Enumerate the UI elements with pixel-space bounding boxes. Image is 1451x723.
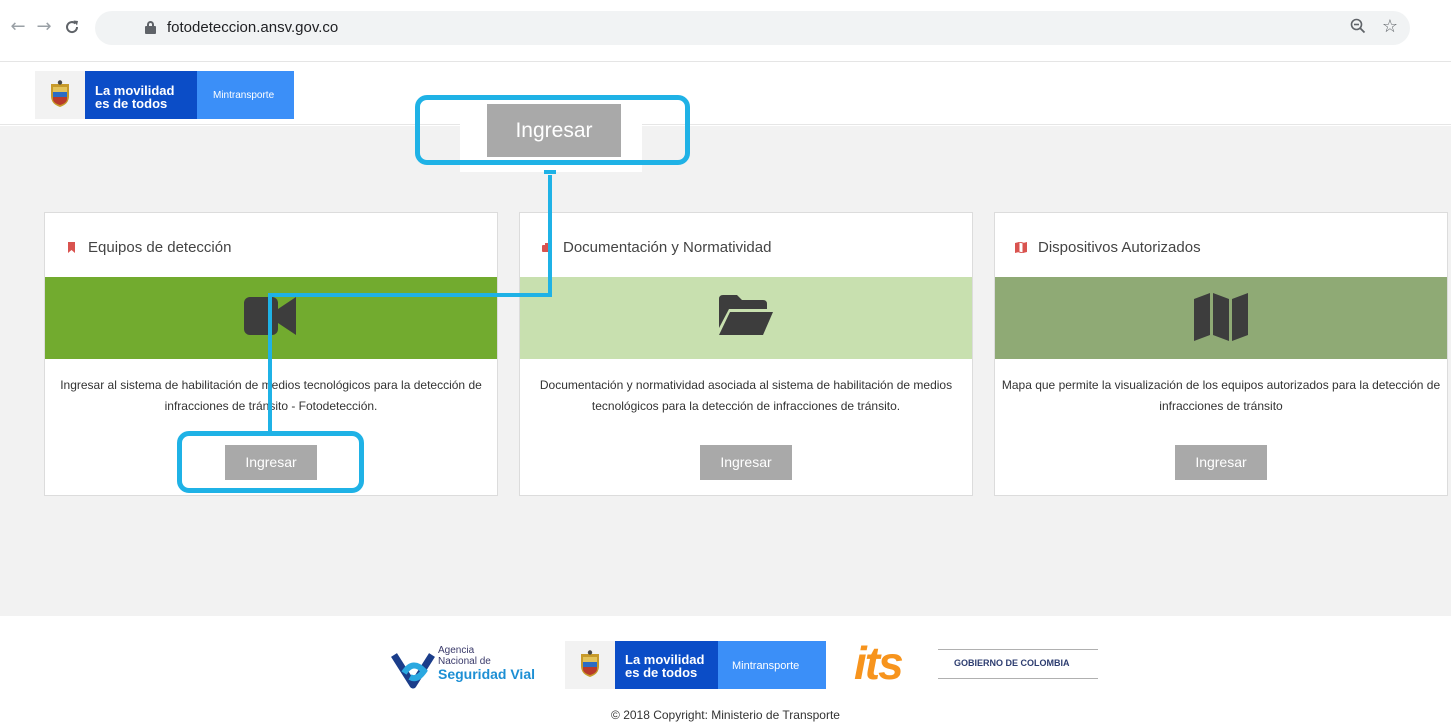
browser-toolbar: ← → fotodeteccion.ansv.gov.co ☆	[0, 0, 1451, 62]
its-logo[interactable]: its	[854, 636, 904, 690]
reload-icon[interactable]	[62, 16, 82, 38]
connector-line	[268, 293, 272, 434]
logo-line-2: es de todos	[95, 96, 168, 111]
card-title: Equipos de detección	[88, 239, 232, 256]
card-title: Dispositivos Autorizados	[1038, 239, 1201, 256]
ansv-line-3: Seguridad Vial	[438, 666, 535, 682]
ansv-mark-icon	[391, 653, 435, 689]
card-header: Dispositivos Autorizados	[995, 213, 1447, 277]
coat-of-arms-icon	[51, 80, 69, 107]
card-description: Mapa que permite la visualización de los…	[1001, 378, 1441, 413]
card-title: Documentación y Normatividad	[563, 239, 772, 256]
footer-logo-ministry: Mintransporte	[718, 641, 826, 689]
gobierno-colombia-logo[interactable]: GOBIERNO DE COLOMBIA	[938, 649, 1098, 679]
ansv-logo[interactable]: Agencia Nacional de Seguridad Vial	[390, 639, 540, 691]
connector-line	[548, 175, 552, 297]
forward-arrow-icon[interactable]: →	[34, 16, 54, 38]
ingresar-button[interactable]: Ingresar	[700, 445, 792, 480]
lock-icon	[145, 21, 156, 34]
card-documentacion-normatividad: Documentación y Normatividad Documentaci…	[519, 212, 973, 496]
card-banner	[995, 277, 1447, 359]
highlight-box-button	[177, 431, 364, 493]
card-dispositivos-autorizados: Dispositivos Autorizados Mapa que permit…	[994, 212, 1448, 496]
logo-ministry: Mintransporte	[197, 71, 294, 119]
back-arrow-icon[interactable]: ←	[8, 16, 28, 38]
map-icon	[1015, 242, 1027, 253]
ingresar-button[interactable]: Ingresar	[1175, 445, 1267, 480]
folder-open-icon	[719, 295, 773, 335]
copyright-text: © 2018 Copyright: Ministerio de Transpor…	[611, 708, 840, 722]
map-icon	[1194, 293, 1248, 341]
url-text[interactable]: fotodeteccion.ansv.gov.co	[167, 19, 338, 36]
card-header: Equipos de detección	[45, 213, 497, 277]
card-description: Documentación y normatividad asociada al…	[539, 378, 953, 413]
footer-logo-line-2: es de todos	[625, 665, 698, 680]
address-bar[interactable]: fotodeteccion.ansv.gov.co ☆	[95, 11, 1410, 45]
bookmark-icon	[68, 242, 75, 253]
footer: Agencia Nacional de Seguridad Vial La mo…	[0, 616, 1451, 723]
card-header: Documentación y Normatividad	[520, 213, 972, 277]
movilidad-logo-footer[interactable]: La movilidad es de todos Mintransporte	[565, 641, 826, 689]
connector-line	[268, 293, 552, 297]
zoom-out-icon[interactable]	[1350, 18, 1366, 38]
site-header: La movilidad es de todos Mintransporte	[0, 63, 1451, 125]
ansv-line-1: Agencia	[438, 645, 475, 656]
card-banner	[520, 277, 972, 359]
highlight-box-zoomed	[415, 95, 690, 165]
connector-arrowhead	[544, 170, 556, 174]
coat-of-arms-icon	[581, 650, 599, 677]
bookmark-star-icon[interactable]: ☆	[1382, 16, 1398, 37]
movilidad-logo[interactable]: La movilidad es de todos Mintransporte	[35, 71, 294, 119]
gobierno-text: GOBIERNO DE COLOMBIA	[954, 658, 1070, 668]
